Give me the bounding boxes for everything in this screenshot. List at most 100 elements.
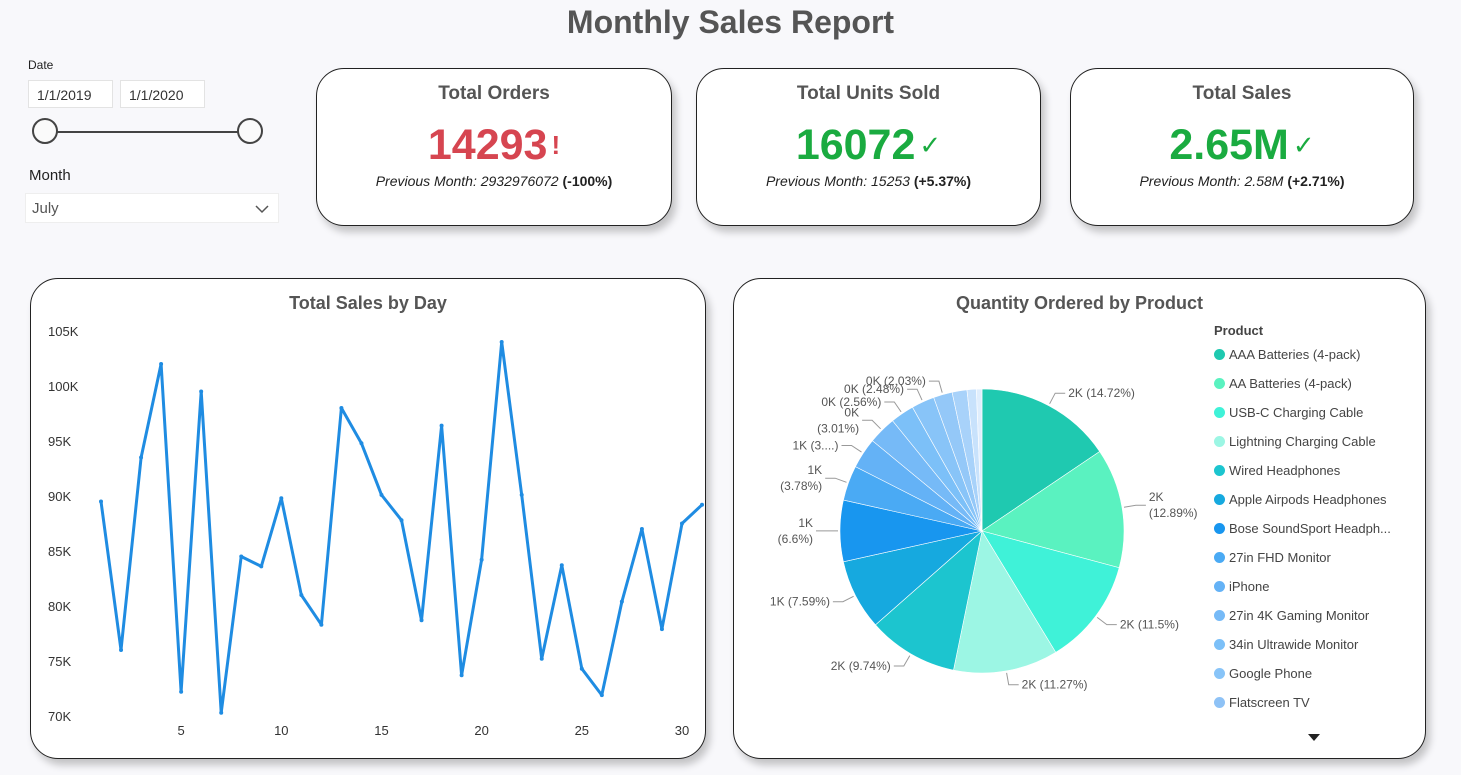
leader-line <box>1123 504 1146 508</box>
data-point[interactable] <box>259 564 264 569</box>
y-tick-label: 85K <box>48 544 71 559</box>
date-end-input[interactable]: 1/1/2020 <box>120 80 205 108</box>
data-point[interactable] <box>219 710 224 715</box>
data-point[interactable] <box>279 496 284 501</box>
kpi-value-number: 14293 <box>427 121 548 169</box>
data-point[interactable] <box>439 423 444 428</box>
data-point[interactable] <box>700 502 705 507</box>
legend-item[interactable]: Bose SoundSport Headph... <box>1214 521 1391 536</box>
data-point[interactable] <box>159 362 164 366</box>
leader-line <box>1006 672 1019 686</box>
data-point[interactable] <box>579 666 584 671</box>
legend-item[interactable]: 34in Ultrawide Monitor <box>1214 637 1358 652</box>
data-point[interactable] <box>99 499 103 504</box>
data-point[interactable] <box>559 563 564 568</box>
y-tick-label: 100K <box>48 379 79 394</box>
leader-line <box>1049 392 1066 405</box>
data-point[interactable] <box>539 656 544 661</box>
legend-label: Flatscreen TV <box>1229 695 1310 710</box>
slice-data-label: 2K (12.89%) <box>1149 490 1198 520</box>
legend-item[interactable]: Google Phone <box>1214 666 1312 681</box>
kpi-card-total-sales: Total Sales 2.65M ✓ Previous Month: 2.58M… <box>1070 68 1414 226</box>
leader-line <box>825 477 847 483</box>
leader-line <box>907 388 923 401</box>
legend-item[interactable]: Wired Headphones <box>1214 463 1340 478</box>
x-tick-label: 20 <box>474 723 488 738</box>
x-tick-label: 10 <box>274 723 288 738</box>
date-slider-track[interactable] <box>46 131 251 133</box>
date-start-input[interactable]: 1/1/2019 <box>28 80 113 108</box>
legend-item[interactable]: Apple Airpods Headphones <box>1214 492 1387 507</box>
legend-item[interactable]: Lightning Charging Cable <box>1214 434 1376 449</box>
date-slider-end-handle[interactable] <box>237 118 263 144</box>
legend-item[interactable]: Flatscreen TV <box>1214 695 1310 710</box>
kpi-value-number: 2.65M <box>1169 121 1289 169</box>
legend-item[interactable]: USB-C Charging Cable <box>1214 405 1363 420</box>
legend-label: AAA Batteries (4-pack) <box>1229 347 1361 362</box>
kpi-value: 2.65M ✓ <box>1071 121 1413 169</box>
data-point[interactable] <box>139 455 144 460</box>
data-point[interactable] <box>179 689 184 694</box>
pie-chart: 2K (14.72%) 2K (12.89%) 2K (11.5%) 2K (11.27… <box>770 374 1198 692</box>
data-point[interactable] <box>379 492 384 497</box>
leader-line <box>832 595 854 603</box>
y-tick-label: 80K <box>48 599 71 614</box>
date-slider-start-handle[interactable] <box>32 118 58 144</box>
sales-line <box>99 340 704 715</box>
legend-title: Product <box>1214 323 1264 338</box>
checkmark-icon: ✓ <box>1292 130 1315 160</box>
kpi-previous: Previous Month: 2932976072 (-100%) <box>317 173 671 189</box>
slice-data-label: 2K (9.74%) <box>831 659 891 673</box>
legend-item[interactable]: 27in 4K Gaming Monitor <box>1214 608 1369 623</box>
slice-data-label: 1K (3....) <box>792 439 838 453</box>
data-point[interactable] <box>459 673 464 678</box>
sales-by-day-card: Total Sales by Day 105K 100K 95K 90K 85K 80K 7… <box>30 278 706 759</box>
kpi-previous-text: Previous Month: 2932976072 <box>375 173 559 189</box>
data-point[interactable] <box>319 622 324 627</box>
data-point[interactable] <box>359 441 364 446</box>
leader-line <box>841 445 862 453</box>
data-point[interactable] <box>639 527 644 531</box>
legend-item[interactable]: AAA Batteries (4-pack) <box>1214 347 1361 362</box>
data-point[interactable] <box>599 693 604 698</box>
data-point[interactable] <box>519 492 524 497</box>
data-point[interactable] <box>199 389 204 394</box>
data-point[interactable] <box>119 648 124 652</box>
leader-line <box>893 655 911 667</box>
slice-data-label: 1K (7.59%) <box>770 595 830 609</box>
y-tick-label: 70K <box>48 709 71 724</box>
data-point[interactable] <box>339 406 344 410</box>
legend-label: Google Phone <box>1229 666 1313 681</box>
leader-line <box>884 401 902 413</box>
legend-swatch-icon <box>1214 668 1225 679</box>
x-tick-label: 15 <box>374 723 388 738</box>
month-dropdown[interactable]: July <box>25 193 279 223</box>
kpi-change: (+5.37%) <box>913 173 972 189</box>
legend-item[interactable]: AA Batteries (4-pack) <box>1214 376 1352 391</box>
x-tick-label: 25 <box>575 723 589 738</box>
data-point[interactable] <box>399 518 404 523</box>
legend-swatch-icon <box>1214 407 1225 418</box>
legend-item[interactable]: iPhone <box>1214 579 1269 594</box>
legend-label: Bose SoundSport Headph... <box>1229 521 1391 536</box>
slice-data-label: 1K (3.78%) <box>780 463 822 493</box>
data-point[interactable] <box>299 593 304 597</box>
kpi-value-number: 16072 <box>795 121 916 169</box>
data-point[interactable] <box>479 557 484 562</box>
date-slicer-label: Date <box>28 58 54 72</box>
legend-label: Apple Airpods Headphones <box>1229 492 1387 507</box>
x-tick-label: 30 <box>675 723 689 738</box>
legend-swatch-icon <box>1214 523 1225 534</box>
kpi-previous: Previous Month: 15253 (+5.37%) <box>697 173 1040 189</box>
data-point[interactable] <box>419 618 424 623</box>
triangle-down-icon[interactable] <box>1308 731 1320 745</box>
data-point[interactable] <box>499 340 504 344</box>
legend-label: 27in FHD Monitor <box>1229 550 1331 565</box>
data-point[interactable] <box>679 521 684 526</box>
legend-label: AA Batteries (4-pack) <box>1229 376 1352 391</box>
legend-swatch-icon <box>1214 697 1225 708</box>
data-point[interactable] <box>619 599 624 604</box>
data-point[interactable] <box>659 627 664 632</box>
legend-item[interactable]: 27in FHD Monitor <box>1214 550 1331 565</box>
data-point[interactable] <box>239 554 244 559</box>
